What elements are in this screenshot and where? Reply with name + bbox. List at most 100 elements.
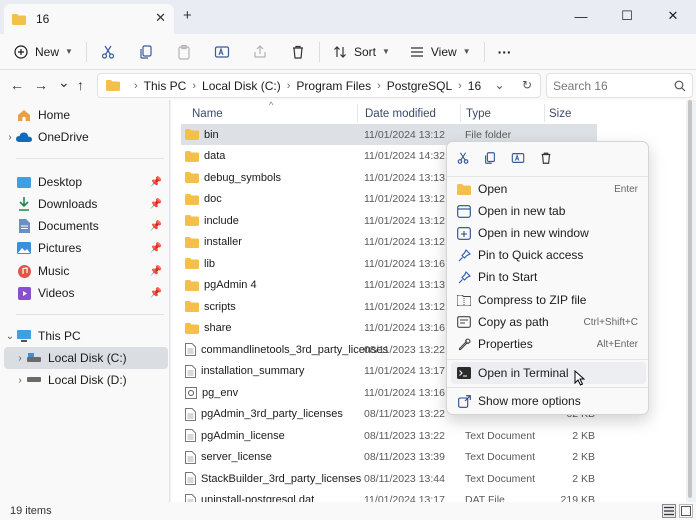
sidebar-item-local-disk-d[interactable]: › Local Disk (D:): [4, 369, 168, 391]
back-button[interactable]: ←: [10, 77, 24, 93]
search-input[interactable]: Search 16: [553, 79, 674, 93]
sidebar-item-label: OneDrive: [38, 130, 89, 144]
view-icon: [410, 46, 423, 57]
context-menu-item[interactable]: Copy as path Ctrl+Shift+C: [451, 311, 646, 333]
file-row[interactable]: StackBuilder_3rd_party_licenses 08/11/202…: [181, 468, 597, 489]
file-name: installation_summary: [185, 364, 304, 378]
delete-button[interactable]: [284, 38, 312, 66]
chevron-right-icon: ›: [286, 79, 291, 92]
vertical-scrollbar[interactable]: [688, 100, 692, 498]
sort-button[interactable]: Sort ▼: [327, 38, 396, 66]
cut-button[interactable]: [94, 38, 122, 66]
context-menu-item[interactable]: Pin to Start: [451, 266, 646, 288]
sidebar-item-home[interactable]: Home: [4, 104, 168, 126]
copy-icon[interactable]: [483, 151, 497, 165]
file-date: 11/01/2024 13:12: [364, 300, 445, 313]
recent-locations-button[interactable]: ⌄: [58, 74, 70, 91]
context-menu-item[interactable]: Open in new tab: [451, 200, 646, 222]
file-row[interactable]: pgAdmin_license 08/11/2023 13:22 Text Docu…: [181, 425, 597, 446]
copy-button[interactable]: [132, 38, 160, 66]
breadcrumb-local-disk[interactable]: Local Disk (C:): [202, 79, 281, 93]
view-button[interactable]: View ▼: [404, 38, 477, 66]
up-button[interactable]: ↑: [77, 77, 84, 93]
zip-icon: [457, 293, 471, 307]
tiles-view-button[interactable]: [679, 504, 693, 518]
breadcrumb-postgresql[interactable]: PostgreSQL: [387, 79, 452, 93]
minimize-button[interactable]: —: [558, 2, 604, 30]
new-tab-button[interactable]: +: [183, 7, 192, 24]
sidebar-item-pictures[interactable]: Pictures 📌: [4, 237, 168, 259]
column-header-size[interactable]: Size: [549, 104, 571, 124]
file-name-text: data: [204, 150, 226, 162]
chevron-right-icon: ›: [134, 79, 138, 92]
column-header-type[interactable]: Type: [466, 104, 491, 124]
forward-button[interactable]: →: [34, 77, 48, 93]
paste-button[interactable]: [170, 38, 198, 66]
text-file-icon: [185, 343, 196, 356]
breadcrumb-16[interactable]: 16: [468, 79, 481, 93]
search-box[interactable]: Search 16: [546, 73, 693, 98]
refresh-button[interactable]: ↻: [522, 78, 532, 92]
context-menu-item[interactable]: Properties Alt+Enter: [451, 333, 646, 355]
trash-icon[interactable]: [539, 151, 553, 165]
file-name-text: bin: [204, 128, 219, 141]
column-divider[interactable]: [357, 104, 358, 122]
context-menu-item[interactable]: Open in Terminal: [451, 362, 646, 384]
sidebar-item-documents[interactable]: Documents 📌: [4, 215, 168, 237]
sidebar-item-desktop[interactable]: Desktop 📌: [4, 171, 168, 193]
column-divider[interactable]: [460, 104, 461, 122]
new-button[interactable]: New ▼: [8, 38, 79, 66]
sidebar-item-videos[interactable]: Videos 📌: [4, 282, 168, 304]
share-button[interactable]: [246, 38, 274, 66]
details-view-button[interactable]: [662, 504, 676, 518]
rename-button[interactable]: [208, 38, 236, 66]
pin-icon: 📌: [149, 198, 162, 210]
file-name: StackBuilder_3rd_party_licenses: [185, 472, 361, 485]
column-divider[interactable]: [544, 104, 545, 122]
address-bar[interactable]: › This PC › Local Disk (C:) › Program Fi…: [97, 73, 541, 98]
maximize-button[interactable]: ☐: [604, 2, 650, 30]
scissors-icon[interactable]: [456, 151, 470, 165]
context-menu-item[interactable]: Show more options: [451, 390, 646, 412]
context-menu-label: Open in new window: [478, 226, 589, 240]
chevron-down-icon: ▼: [65, 47, 73, 56]
sidebar-item-this-pc[interactable]: ⌄ This PC: [4, 325, 168, 347]
new-tab-icon: [457, 204, 471, 218]
file-name-text: pgAdmin 4: [204, 279, 257, 291]
sidebar-item-music[interactable]: Music 📌: [4, 260, 168, 282]
rename-icon[interactable]: [511, 151, 525, 165]
sidebar-item-onedrive[interactable]: › OneDrive: [4, 126, 168, 148]
more-options-button[interactable]: ···: [492, 38, 518, 66]
address-dropdown-button[interactable]: ⌄: [495, 78, 505, 92]
pin-start-icon: [457, 270, 471, 284]
file-date: 11/01/2024 13:13: [364, 171, 445, 184]
file-row[interactable]: server_license 08/11/2023 13:39 Text Docum…: [181, 447, 597, 468]
column-header-date[interactable]: Date modified: [365, 104, 436, 124]
sidebar-item-local-disk-c[interactable]: › Local Disk (C:): [4, 347, 168, 369]
file-name: pgAdmin_3rd_party_licenses: [185, 407, 343, 421]
chevron-right-icon[interactable]: ›: [14, 375, 26, 386]
context-menu-label: Open: [478, 182, 508, 196]
sidebar-item-downloads[interactable]: Downloads 📌: [4, 193, 168, 215]
context-menu-item[interactable]: Open Enter: [451, 178, 646, 200]
sidebar-item-label: Local Disk (C:): [48, 351, 127, 365]
column-header-name[interactable]: Name: [192, 104, 223, 124]
videos-icon: [16, 286, 32, 300]
close-button[interactable]: ✕: [650, 2, 696, 30]
chevron-right-icon[interactable]: ›: [4, 132, 16, 143]
context-menu-item[interactable]: Pin to Quick access: [451, 244, 646, 266]
breadcrumb-this-pc[interactable]: This PC: [144, 79, 187, 93]
tab-close-button[interactable]: ✕: [155, 10, 166, 26]
context-menu-label: Compress to ZIP file: [478, 293, 587, 307]
tab-16[interactable]: 16 ✕: [4, 4, 174, 34]
context-menu-item[interactable]: Open in new window: [451, 222, 646, 244]
chevron-down-icon[interactable]: ⌄: [4, 331, 16, 342]
breadcrumb-program-files[interactable]: Program Files: [296, 79, 371, 93]
folder-icon: [185, 172, 199, 183]
context-menu-item[interactable]: Compress to ZIP file: [451, 289, 646, 311]
chevron-right-icon: ›: [192, 79, 197, 92]
context-menu-label: Properties: [478, 337, 533, 351]
document-icon: [16, 219, 32, 233]
chevron-right-icon[interactable]: ›: [14, 353, 26, 364]
music-icon: [16, 264, 32, 278]
